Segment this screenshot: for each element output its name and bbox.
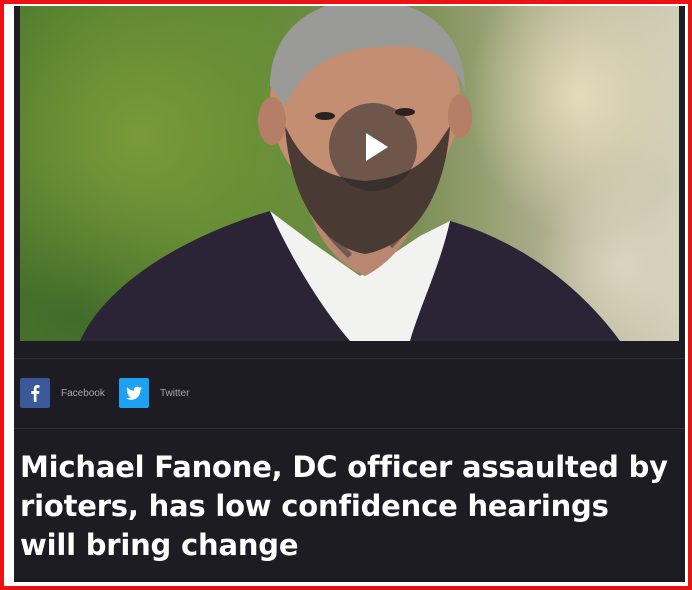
share-bar: Facebook Twitter: [14, 378, 685, 412]
divider: [14, 358, 685, 359]
twitter-share-label: Twitter: [160, 387, 190, 399]
twitter-icon: [119, 378, 149, 408]
frame-margin: [4, 4, 14, 586]
facebook-icon: [20, 378, 50, 408]
article-headline[interactable]: Michael Fanone, DC officer assaulted by …: [20, 448, 670, 565]
divider: [14, 428, 685, 429]
video-player[interactable]: [20, 6, 679, 341]
facebook-share-label: Facebook: [61, 387, 105, 399]
facebook-share-button[interactable]: Facebook: [20, 378, 105, 408]
article-card: Facebook Twitter Michael Fanone, DC offi…: [14, 6, 685, 582]
play-icon: [366, 133, 388, 161]
twitter-share-button[interactable]: Twitter: [119, 378, 189, 408]
play-button[interactable]: [329, 103, 417, 191]
